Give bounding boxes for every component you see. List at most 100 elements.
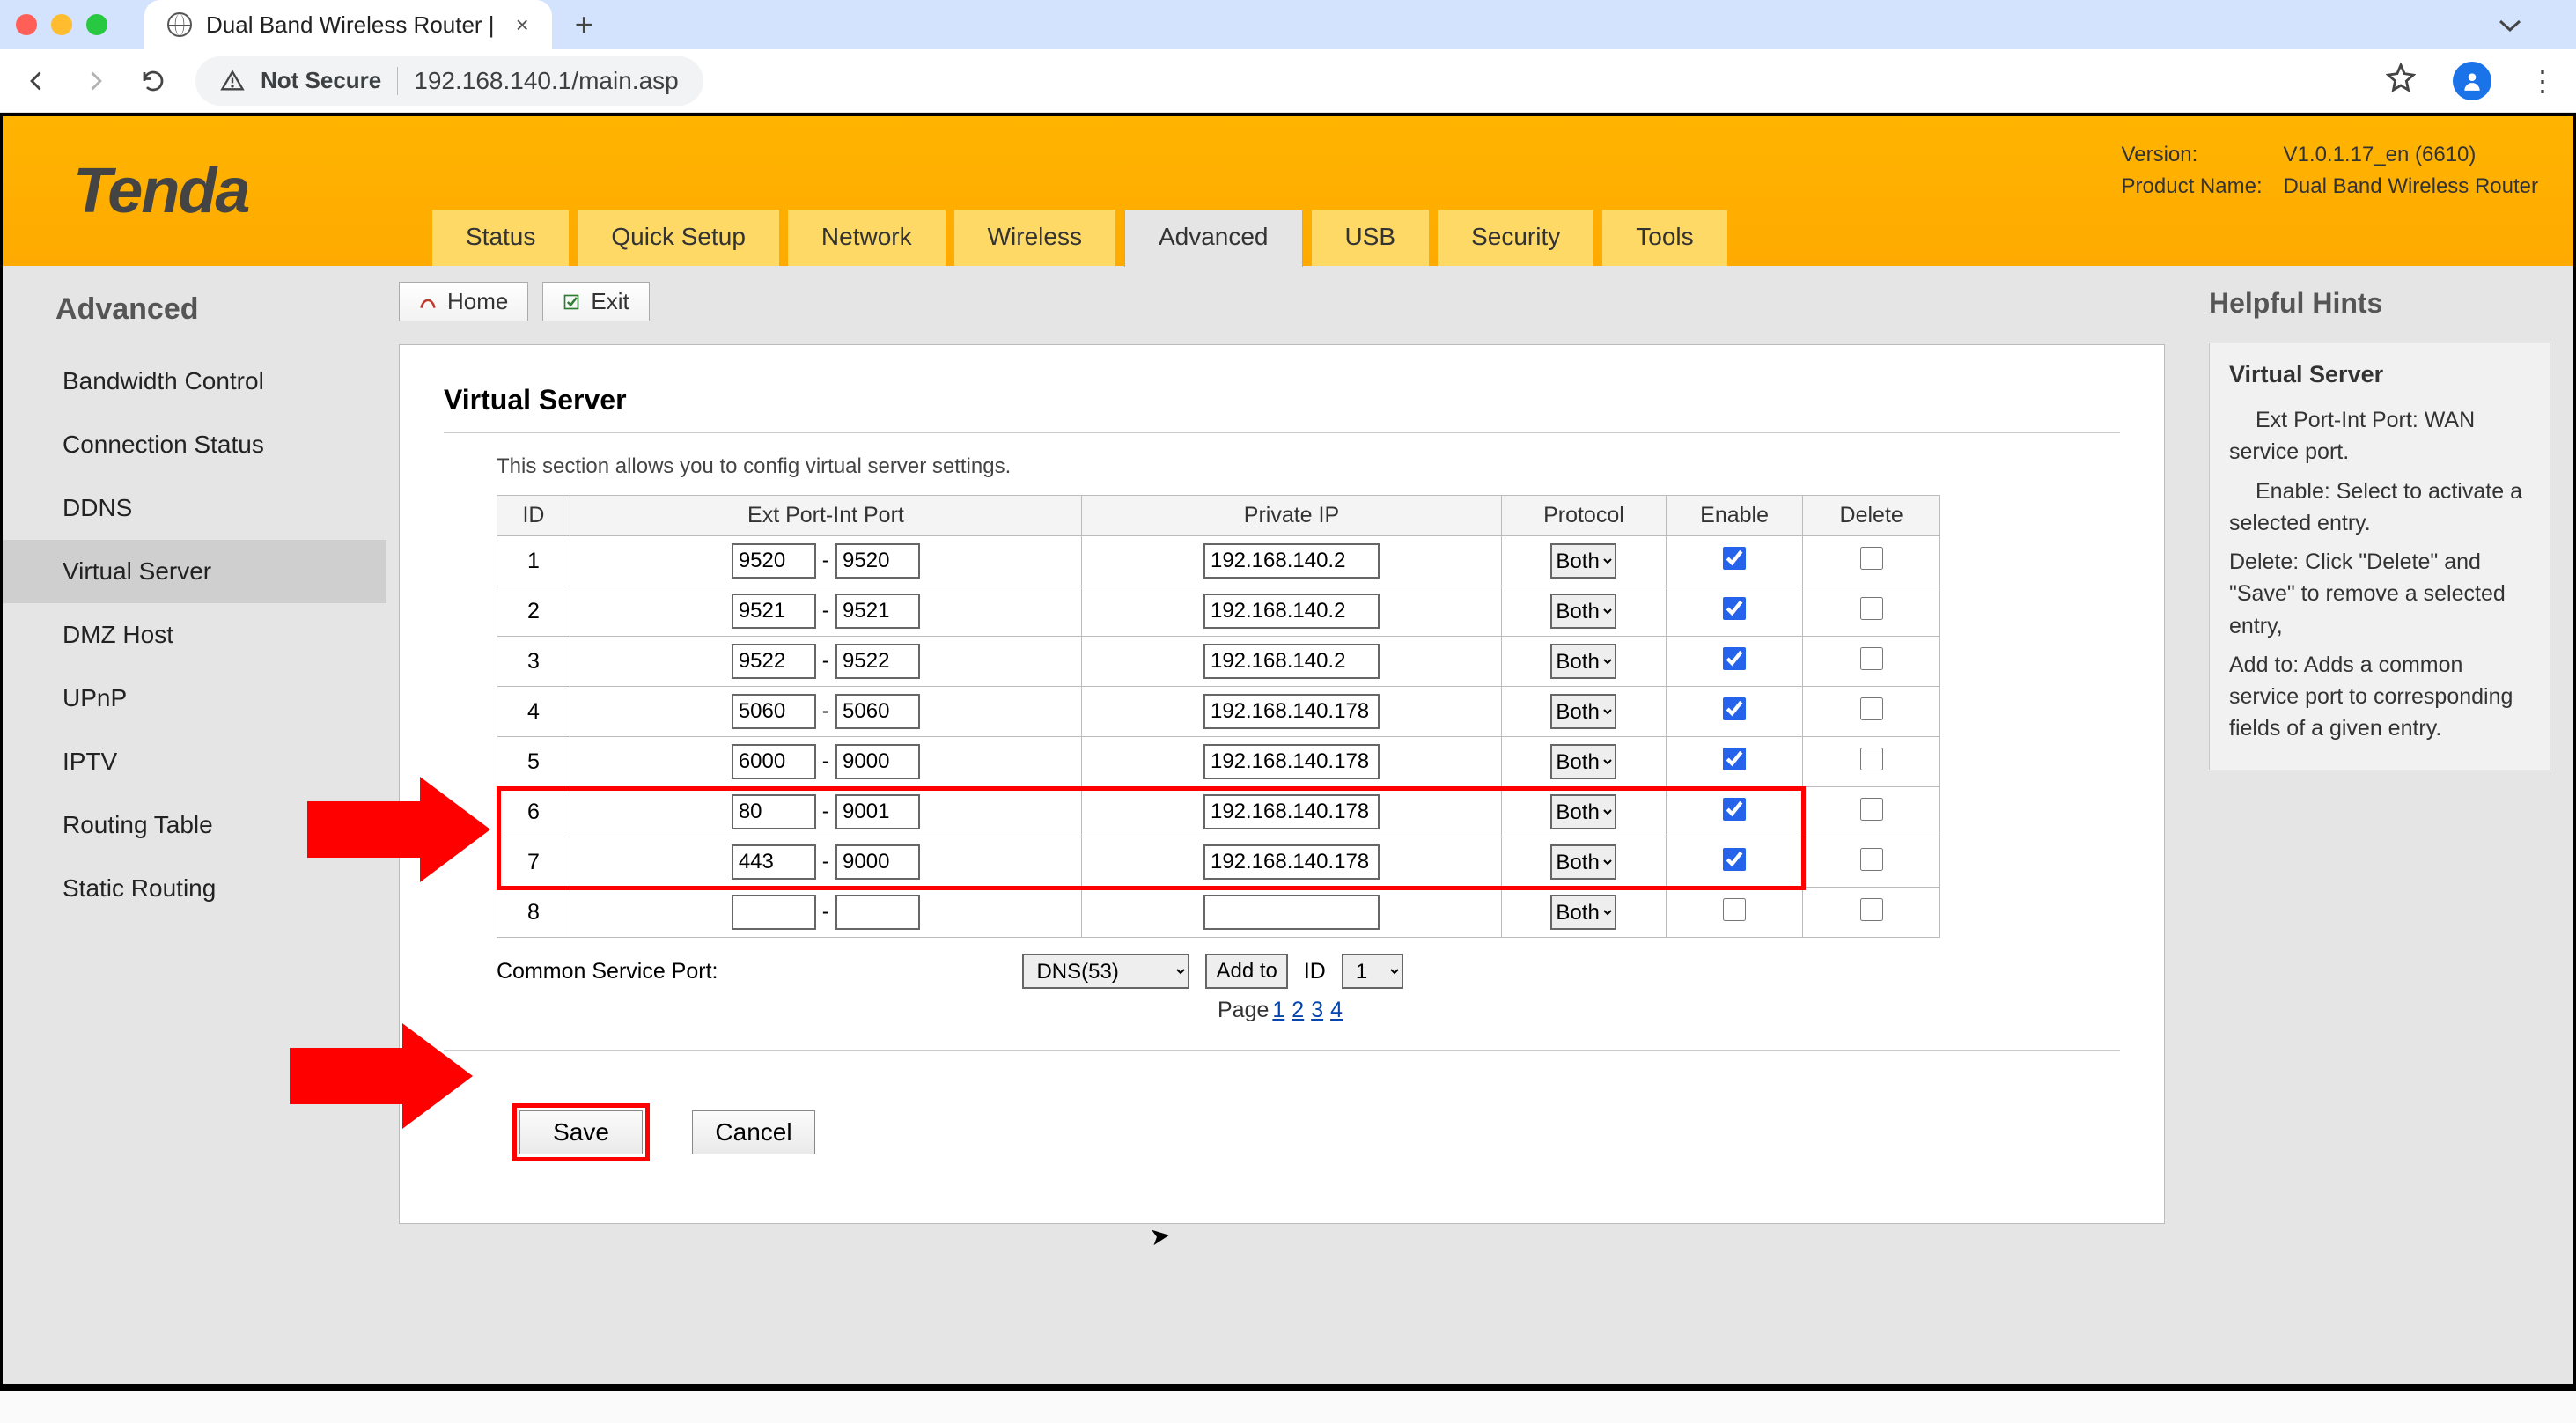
top-nav-tab-status[interactable]: Status	[432, 210, 569, 266]
cancel-button[interactable]: Cancel	[692, 1110, 815, 1154]
browser-tabs-strip: Dual Band Wireless Router | × +	[0, 0, 2576, 49]
top-nav: StatusQuick SetupNetworkWirelessAdvanced…	[432, 210, 1727, 266]
enable-checkbox[interactable]	[1723, 898, 1746, 921]
exit-button-label: Exit	[591, 288, 629, 315]
home-button[interactable]: Home	[399, 282, 528, 321]
private-ip-input[interactable]	[1203, 543, 1380, 579]
add-to-button[interactable]: Add to	[1205, 954, 1287, 989]
ext-port-input[interactable]	[732, 644, 816, 679]
int-port-input[interactable]	[835, 594, 920, 629]
ext-port-input[interactable]	[732, 543, 816, 579]
pager: Page1234	[444, 998, 2120, 1023]
int-port-input[interactable]	[835, 543, 920, 579]
profile-avatar-icon[interactable]	[2453, 62, 2491, 100]
top-nav-tab-security[interactable]: Security	[1438, 210, 1593, 266]
int-port-input[interactable]	[835, 694, 920, 729]
ext-port-input[interactable]	[732, 594, 816, 629]
delete-checkbox[interactable]	[1860, 748, 1883, 770]
int-port-input[interactable]	[835, 644, 920, 679]
close-tab-icon[interactable]: ×	[516, 11, 529, 39]
pager-link[interactable]: 2	[1292, 998, 1304, 1022]
enable-checkbox[interactable]	[1723, 848, 1746, 871]
private-ip-input[interactable]	[1203, 895, 1380, 930]
top-nav-tab-usb[interactable]: USB	[1312, 210, 1430, 266]
pager-link[interactable]: 3	[1311, 998, 1323, 1022]
top-nav-tab-advanced[interactable]: Advanced	[1124, 210, 1303, 267]
save-button[interactable]: Save	[519, 1110, 643, 1154]
bookmark-star-icon[interactable]	[2386, 63, 2416, 99]
exit-button[interactable]: Exit	[542, 282, 649, 321]
tabs-dropdown-icon[interactable]	[2497, 15, 2523, 34]
maximize-window-icon[interactable]	[86, 14, 107, 35]
delete-checkbox[interactable]	[1860, 597, 1883, 620]
ext-port-input[interactable]	[732, 744, 816, 779]
private-ip-input[interactable]	[1203, 794, 1380, 829]
protocol-select[interactable]: BothTCPUDP	[1550, 543, 1616, 579]
protocol-select[interactable]: BothTCPUDP	[1550, 844, 1616, 880]
top-nav-tab-quick-setup[interactable]: Quick Setup	[578, 210, 779, 266]
traffic-lights	[16, 14, 107, 35]
sidebar-item-dmz-host[interactable]: DMZ Host	[3, 603, 386, 667]
delete-checkbox[interactable]	[1860, 697, 1883, 720]
delete-checkbox[interactable]	[1860, 798, 1883, 821]
top-nav-tab-tools[interactable]: Tools	[1602, 210, 1726, 266]
browser-menu-icon[interactable]: ⋮	[2528, 64, 2555, 98]
main-panel: Home Exit Virtual Server This section al…	[386, 266, 2186, 1384]
not-secure-icon	[220, 69, 245, 93]
int-port-input[interactable]	[835, 844, 920, 880]
sidebar-item-ddns[interactable]: DDNS	[3, 476, 386, 540]
column-header: Enable	[1666, 496, 1803, 536]
column-header: Delete	[1803, 496, 1940, 536]
id-select[interactable]: 1	[1342, 954, 1403, 989]
common-service-port-select[interactable]: DNS(53)	[1022, 954, 1189, 989]
delete-checkbox[interactable]	[1860, 848, 1883, 871]
private-ip-input[interactable]	[1203, 844, 1380, 880]
table-row: 4 - BothTCPUDP	[497, 687, 1940, 737]
enable-checkbox[interactable]	[1723, 697, 1746, 720]
close-window-icon[interactable]	[16, 14, 37, 35]
ext-port-input[interactable]	[732, 844, 816, 880]
forward-button[interactable]	[79, 69, 111, 93]
enable-checkbox[interactable]	[1723, 748, 1746, 770]
delete-checkbox[interactable]	[1860, 898, 1883, 921]
int-port-input[interactable]	[835, 895, 920, 930]
ext-port-input[interactable]	[732, 694, 816, 729]
enable-checkbox[interactable]	[1723, 647, 1746, 670]
top-nav-tab-network[interactable]: Network	[788, 210, 946, 266]
protocol-select[interactable]: BothTCPUDP	[1550, 694, 1616, 729]
address-field[interactable]: Not Secure 192.168.140.1/main.asp	[195, 56, 703, 106]
enable-checkbox[interactable]	[1723, 798, 1746, 821]
arrow-annotation	[267, 1023, 496, 1129]
table-row: 6 - BothTCPUDP	[497, 787, 1940, 837]
private-ip-input[interactable]	[1203, 694, 1380, 729]
int-port-input[interactable]	[835, 744, 920, 779]
table-row: 5 - BothTCPUDP	[497, 737, 1940, 787]
sidebar-item-connection-status[interactable]: Connection Status	[3, 413, 386, 476]
reload-button[interactable]	[137, 68, 169, 94]
private-ip-input[interactable]	[1203, 594, 1380, 629]
private-ip-input[interactable]	[1203, 744, 1380, 779]
delete-checkbox[interactable]	[1860, 547, 1883, 570]
enable-checkbox[interactable]	[1723, 597, 1746, 620]
ext-port-input[interactable]	[732, 794, 816, 829]
pager-link[interactable]: 4	[1330, 998, 1343, 1022]
protocol-select[interactable]: BothTCPUDP	[1550, 895, 1616, 930]
protocol-select[interactable]: BothTCPUDP	[1550, 594, 1616, 629]
pager-link[interactable]: 1	[1272, 998, 1284, 1022]
private-ip-input[interactable]	[1203, 644, 1380, 679]
back-button[interactable]	[21, 69, 53, 93]
minimize-window-icon[interactable]	[51, 14, 72, 35]
sidebar-item-bandwidth-control[interactable]: Bandwidth Control	[3, 350, 386, 413]
browser-tab[interactable]: Dual Band Wireless Router | ×	[144, 0, 552, 49]
sidebar-item-virtual-server[interactable]: Virtual Server	[3, 540, 386, 603]
enable-checkbox[interactable]	[1723, 547, 1746, 570]
protocol-select[interactable]: BothTCPUDP	[1550, 794, 1616, 829]
ext-port-input[interactable]	[732, 895, 816, 930]
delete-checkbox[interactable]	[1860, 647, 1883, 670]
top-nav-tab-wireless[interactable]: Wireless	[954, 210, 1115, 266]
int-port-input[interactable]	[835, 794, 920, 829]
protocol-select[interactable]: BothTCPUDP	[1550, 744, 1616, 779]
protocol-select[interactable]: BothTCPUDP	[1550, 644, 1616, 679]
new-tab-button[interactable]: +	[575, 6, 593, 43]
sidebar-item-upnp[interactable]: UPnP	[3, 667, 386, 730]
